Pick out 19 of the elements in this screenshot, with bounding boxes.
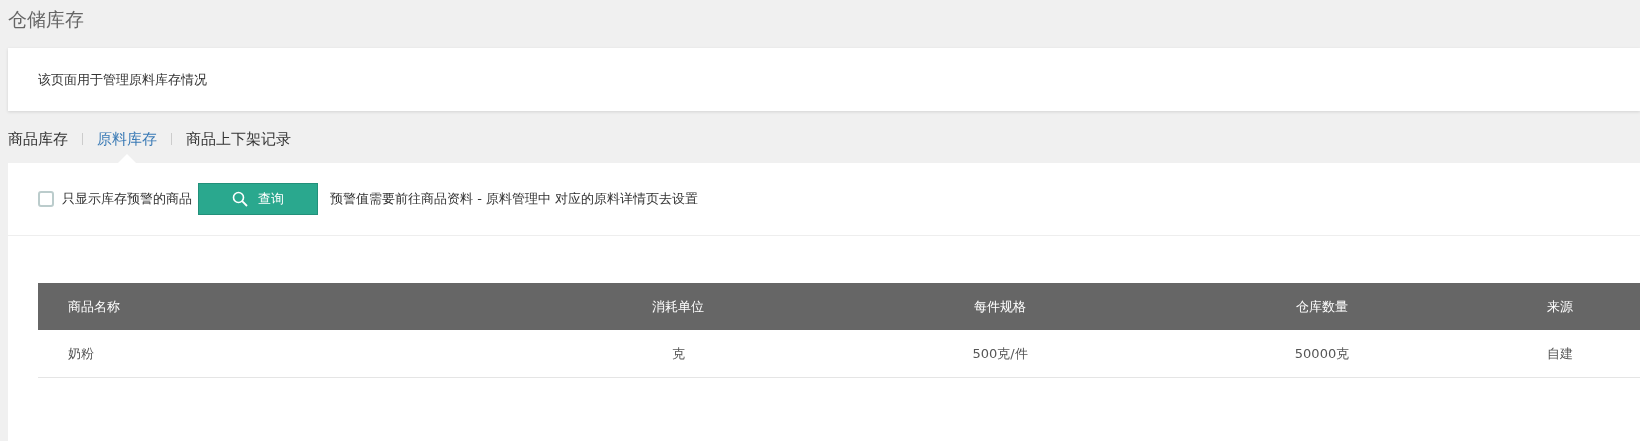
table-cell: 50000克 [1294,344,1350,363]
search-icon [232,191,248,207]
table-cell-text: 奶粉 [67,344,94,363]
column-header: 消耗单位 [652,297,704,316]
hint-text: 预警值需要前往商品资料 - 原料管理中 对应的原料详情页去设置 [330,190,699,208]
table-cell: 克 [671,344,685,363]
tab[interactable]: 商品上下架记录 [186,129,291,163]
table-cell: 500克/件 [972,344,1028,363]
tab[interactable]: 商品库存 [8,129,68,163]
column-header: 商品名称 [67,297,120,316]
checkbox[interactable] [38,191,54,207]
column-header: 来源 [1547,297,1573,316]
checkbox-label[interactable]: 只显示库存预警的商品 [62,190,192,208]
page-title: 仓储库存 [7,7,85,32]
notice-text: 该页面用于管理原料库存情况 [38,70,207,89]
column-header: 每件规格 [974,297,1026,316]
table-cell: 自建 [1547,344,1573,363]
tab[interactable]: 原料库存 [97,129,157,163]
column-header: 仓库数量 [1296,297,1348,316]
